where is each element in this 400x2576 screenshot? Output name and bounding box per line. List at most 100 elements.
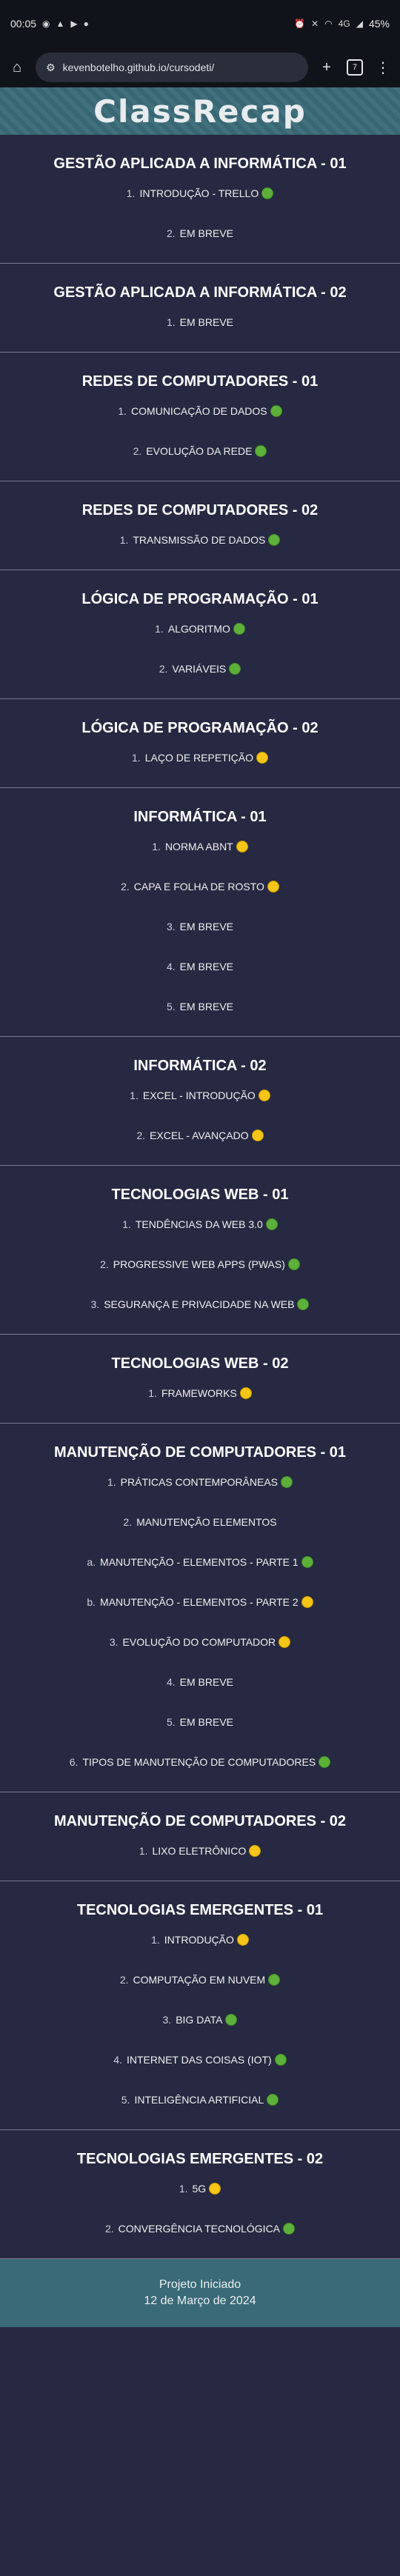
topic-label: EM BREVE	[179, 1001, 234, 1012]
topic-link[interactable]: 1. ALGORITMO	[0, 621, 400, 661]
topic-link[interactable]: 1. EM BREVE	[0, 315, 400, 336]
topic-link[interactable]: 1. NORMA ABNT	[0, 839, 400, 879]
topic-label: EM BREVE	[179, 961, 234, 972]
topic-number: 4.	[166, 961, 176, 972]
green-status-icon	[229, 663, 241, 675]
green-status-icon	[281, 1476, 293, 1488]
topic-link[interactable]: 2. VARIÁVEIS	[0, 661, 400, 682]
green-status-icon	[274, 2054, 287, 2066]
status-right: ⏰ ✕ ◠ 4G ◢ 45%	[294, 18, 390, 30]
topic-number: 5.	[121, 2094, 130, 2106]
topic-link[interactable]: 1. 5G	[0, 2181, 400, 2221]
topic-link[interactable]: 5. EM BREVE	[0, 999, 400, 1020]
home-icon[interactable]: ⌂	[7, 58, 27, 77]
battery-level: 45%	[368, 18, 390, 30]
green-status-icon	[319, 1756, 331, 1768]
course-title: GESTÃO APLICADA A INFORMÁTICA - 01	[53, 156, 347, 172]
course-section: TECNOLOGIAS EMERGENTES - 02 1. 5G 2. CONVERG…	[0, 2130, 400, 2259]
topic-link[interactable]: 1. COMUNICAÇÃO DE DADOS	[0, 404, 400, 444]
url-text: kevenbotelho.github.io/cursodeti/	[62, 61, 215, 73]
topic-link[interactable]: 2. COMPUTAÇÃO EM NUVEM	[0, 1972, 400, 2012]
course-title: REDES DE COMPUTADORES - 02	[81, 502, 319, 518]
topic-number: 5.	[166, 1716, 176, 1728]
topic-link[interactable]: 1. INTRODUÇÃO - TRELLO	[0, 186, 400, 226]
topic-number: 3.	[90, 1298, 100, 1310]
yellow-status-icon	[209, 2183, 221, 2195]
topic-label: VARIÁVEIS	[172, 663, 227, 675]
menu-icon[interactable]: ⋮	[373, 58, 393, 77]
site-footer: Projeto Iniciado 12 de Março de 2024	[0, 2259, 400, 2327]
status-left: 00:05 ◉ ▲ ▶ ●	[10, 18, 89, 30]
topic-number: 2.	[121, 881, 130, 892]
topic-link[interactable]: 5. INTELIGÊNCIA ARTIFICIAL	[0, 2092, 400, 2113]
new-tab-icon[interactable]: +	[317, 58, 336, 77]
yellow-status-icon	[249, 1845, 261, 1857]
topic-link[interactable]: 4. EM BREVE	[0, 1675, 400, 1715]
topic-number: 1.	[126, 187, 136, 199]
course-section: LÓGICA DE PROGRAMAÇÃO - 01 1. ALGORITMO 2. V…	[0, 570, 400, 699]
yellow-status-icon	[239, 1387, 252, 1399]
topic-label: LAÇO DE REPETIÇÃO	[144, 752, 253, 764]
topic-link[interactable]: 1. LAÇO DE REPETIÇÃO	[0, 750, 400, 771]
topic-link[interactable]: a. MANUTENÇÃO - ELEMENTOS - PARTE 1	[0, 1555, 400, 1595]
topic-label: BIG DATA	[176, 2014, 223, 2026]
topic-link[interactable]: 1. TENDÊNCIAS DA WEB 3.0	[0, 1217, 400, 1257]
topic-link[interactable]: 2. EVOLUÇÃO DA REDE	[0, 444, 400, 464]
topic-link[interactable]: 1. TRANSMISSÃO DE DADOS	[0, 533, 400, 553]
topic-link[interactable]: 2. EM BREVE	[0, 226, 400, 247]
topic-label: 5G	[192, 2183, 207, 2195]
topic-label: TENDÊNCIAS DA WEB 3.0	[135, 1218, 263, 1230]
youtube-icon: ▶	[70, 19, 78, 29]
topic-link[interactable]: 5. EM BREVE	[0, 1715, 400, 1755]
yellow-status-icon	[301, 1596, 313, 1608]
notification-icon: ▲	[56, 19, 65, 29]
topic-link[interactable]: 3. EVOLUÇÃO DO COMPUTADOR	[0, 1635, 400, 1675]
course-section: TECNOLOGIAS WEB - 01 1. TENDÊNCIAS DA WEB …	[0, 1166, 400, 1335]
topic-link[interactable]: 4. INTERNET DAS COISAS (IOT)	[0, 2052, 400, 2092]
topic-link[interactable]: 2. CONVERGÊNCIA TECNOLÓGICA	[0, 2221, 400, 2242]
yellow-status-icon	[256, 752, 268, 764]
address-bar[interactable]: ⚙ kevenbotelho.github.io/cursodeti/	[36, 53, 308, 82]
topic-number: 4.	[166, 1676, 176, 1688]
browser-toolbar: ⌂ ⚙ kevenbotelho.github.io/cursodeti/ + …	[0, 47, 400, 87]
green-status-icon	[270, 405, 282, 417]
topic-link[interactable]: 1. PRÁTICAS CONTEMPORÂNEAS	[0, 1475, 400, 1515]
footer-line-1: Projeto Iniciado	[159, 2278, 241, 2291]
green-status-icon	[255, 445, 267, 457]
topic-label: TRANSMISSÃO DE DADOS	[133, 534, 266, 546]
topic-link[interactable]: 1. FRAMEWORKS	[0, 1386, 400, 1407]
site-settings-icon[interactable]: ⚙	[46, 61, 56, 74]
green-status-icon	[261, 187, 274, 199]
site-header: ClassRecap	[0, 87, 400, 135]
topic-link[interactable]: 6. TIPOS DE MANUTENÇÃO DE COMPUTADORES	[0, 1755, 400, 1775]
yellow-status-icon	[267, 881, 279, 892]
topic-link[interactable]: 3. BIG DATA	[0, 2012, 400, 2052]
course-title: REDES DE COMPUTADORES - 01	[81, 373, 319, 390]
topic-link[interactable]: 2. PROGRESSIVE WEB APPS (PWAS)	[0, 1257, 400, 1297]
topic-link[interactable]: b. MANUTENÇÃO - ELEMENTOS - PARTE 2	[0, 1595, 400, 1635]
topic-number: 2.	[133, 445, 142, 457]
topic-link[interactable]: 1. LIXO ELETRÔNICO	[0, 1843, 400, 1864]
topic-number: 1.	[122, 1218, 131, 1230]
topic-number: 2.	[100, 1258, 109, 1270]
topic-number: 2.	[119, 1974, 129, 1986]
tabs-button[interactable]: 7	[345, 58, 364, 77]
green-status-icon	[268, 534, 281, 546]
course-section: GESTÃO APLICADA A INFORMÁTICA - 02 1. EM B…	[0, 264, 400, 353]
topic-link[interactable]: 4. EM BREVE	[0, 959, 400, 999]
green-status-icon	[301, 1556, 313, 1568]
topic-number: 1.	[179, 2183, 188, 2195]
topic-number: 1.	[130, 1090, 139, 1101]
topic-link[interactable]: 1. INTRODUÇÃO	[0, 1932, 400, 1972]
topic-link[interactable]: 2. EXCEL - AVANÇADO	[0, 1128, 400, 1149]
topic-link[interactable]: 1. EXCEL - INTRODUÇÃO	[0, 1088, 400, 1128]
topic-number: 1.	[132, 752, 141, 764]
topic-number: 4.	[113, 2054, 122, 2066]
course-title: TECNOLOGIAS EMERGENTES - 02	[76, 2151, 324, 2167]
topic-link[interactable]: 2. CAPA E FOLHA DE ROSTO	[0, 879, 400, 919]
topic-link[interactable]: 3. SEGURANÇA E PRIVACIDADE NA WEB	[0, 1297, 400, 1318]
course-title: INFORMÁTICA - 01	[133, 809, 267, 825]
topic-number: 1.	[155, 623, 164, 635]
topic-link[interactable]: 2. MANUTENÇÃO ELEMENTOS	[0, 1515, 400, 1555]
topic-link[interactable]: 3. EM BREVE	[0, 919, 400, 959]
